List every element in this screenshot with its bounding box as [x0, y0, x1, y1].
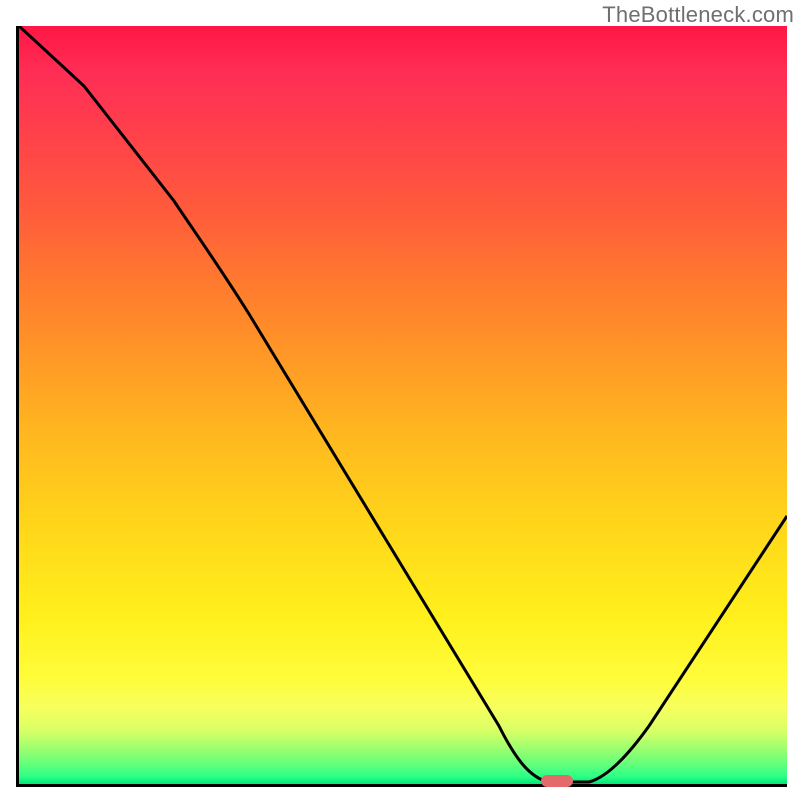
optimal-marker: [541, 775, 573, 787]
curve-path: [19, 26, 787, 782]
plot-area: [16, 26, 787, 787]
bottleneck-curve: [19, 26, 787, 784]
chart-container: TheBottleneck.com: [0, 0, 800, 800]
watermark-text: TheBottleneck.com: [602, 2, 794, 28]
